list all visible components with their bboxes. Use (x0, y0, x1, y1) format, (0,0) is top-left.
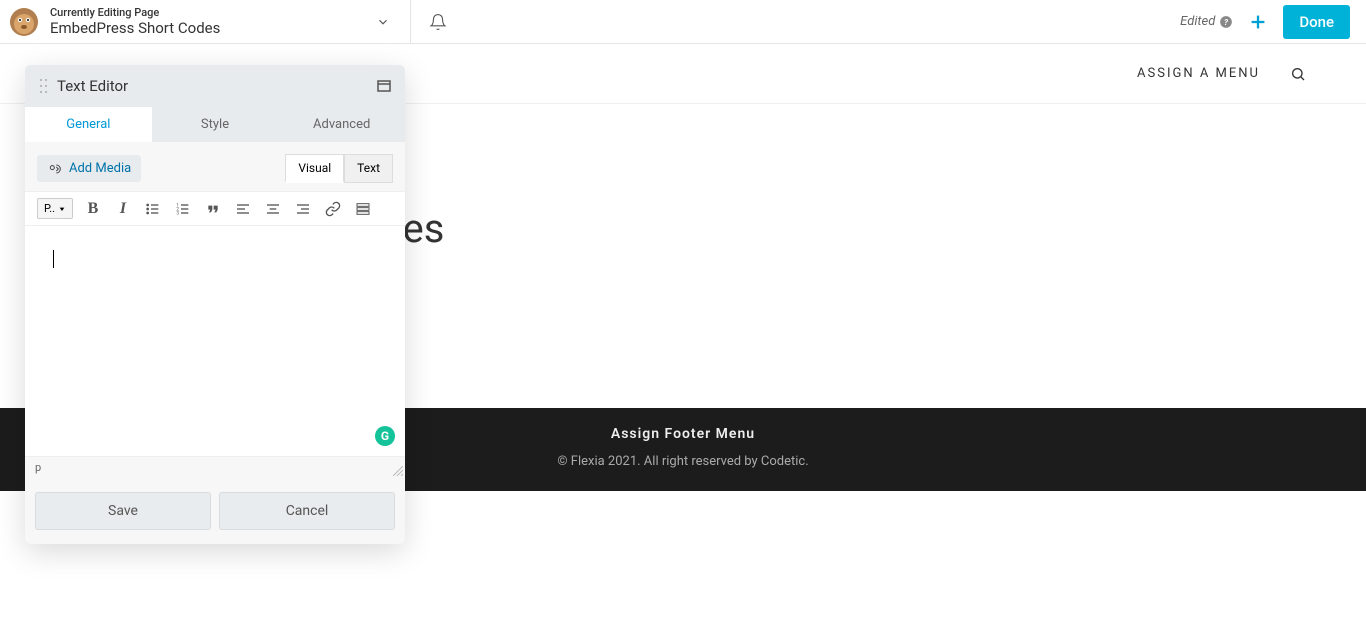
done-button[interactable]: Done (1283, 5, 1350, 39)
resize-handle-icon[interactable] (393, 466, 403, 476)
tab-general[interactable]: General (25, 107, 152, 142)
bell-icon[interactable] (425, 9, 451, 35)
blockquote-button[interactable] (203, 199, 223, 219)
expand-icon[interactable] (377, 80, 391, 92)
edited-label: Edited (1180, 14, 1215, 29)
top-toolbar: Currently Editing Page EmbedPress Short … (0, 0, 1366, 44)
paragraph-format-dropdown[interactable]: P.. (37, 198, 73, 219)
toolbar-toggle-button[interactable] (353, 199, 373, 219)
bullet-list-button[interactable] (143, 199, 163, 219)
numbered-list-button[interactable]: 123 (173, 199, 193, 219)
cancel-button[interactable]: Cancel (219, 492, 395, 530)
chevron-down-icon[interactable] (370, 9, 396, 35)
bold-button[interactable]: B (83, 199, 103, 219)
tab-style[interactable]: Style (152, 107, 279, 142)
align-center-button[interactable] (263, 199, 283, 219)
mode-visual[interactable]: Visual (285, 154, 344, 183)
toolbar-row-2: P.. B I 123 (25, 191, 405, 226)
grammarly-icon[interactable]: G (375, 426, 395, 446)
page-title: EmbedPress Short Codes (50, 19, 220, 37)
tab-advanced[interactable]: Advanced (278, 107, 405, 142)
media-icon (47, 162, 63, 176)
assign-menu-link[interactable]: ASSIGN A MENU (1137, 66, 1260, 81)
add-media-label: Add Media (69, 161, 131, 176)
text-editor-panel: Text Editor General Style Advanced Add M… (25, 65, 405, 544)
beaver-logo[interactable] (8, 6, 40, 38)
svg-text:3: 3 (176, 210, 179, 216)
format-label: P.. (44, 202, 55, 215)
help-icon: ? (1219, 15, 1233, 29)
italic-button[interactable]: I (113, 199, 133, 219)
editor-mode-tabs: Visual Text (285, 154, 393, 183)
panel-footer: Save Cancel (25, 478, 405, 544)
save-button[interactable]: Save (35, 492, 211, 530)
mode-text[interactable]: Text (344, 154, 393, 183)
add-button[interactable] (1247, 11, 1269, 33)
editor-status-bar: p (25, 456, 405, 478)
toolbar-row-1: Add Media Visual Text (25, 154, 405, 191)
panel-body: Add Media Visual Text P.. B I 123 (25, 142, 405, 478)
align-left-button[interactable] (233, 199, 253, 219)
edited-status[interactable]: Edited ? (1180, 14, 1233, 29)
drag-handle-icon[interactable] (39, 78, 49, 94)
text-editor-area[interactable]: G (25, 226, 405, 456)
page-info[interactable]: Currently Editing Page EmbedPress Short … (50, 6, 220, 37)
link-button[interactable] (323, 199, 343, 219)
divider (410, 0, 411, 44)
editing-subtitle: Currently Editing Page (50, 6, 220, 19)
search-icon[interactable] (1290, 66, 1306, 82)
align-right-button[interactable] (293, 199, 313, 219)
add-media-button[interactable]: Add Media (37, 155, 141, 182)
panel-header[interactable]: Text Editor (25, 65, 405, 107)
element-path[interactable]: p (35, 461, 41, 474)
text-cursor (53, 250, 54, 268)
panel-title: Text Editor (57, 77, 377, 95)
panel-tabs: General Style Advanced (25, 107, 405, 142)
